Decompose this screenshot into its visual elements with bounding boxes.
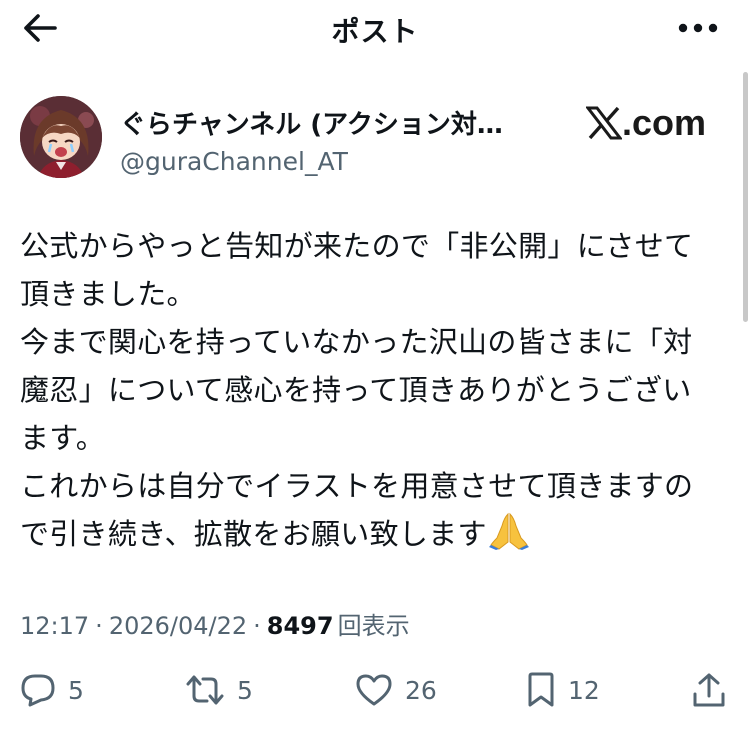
post-text: 公式からやっと告知が来たので「非公開」にさせて頂きました。 今まで関心を持ってい…	[20, 222, 720, 564]
post-paragraph-text: これからは自分でイラストを用意させて頂きますので引き続き、拡散をお願い致します	[20, 469, 694, 551]
x-com-logo: .com	[585, 102, 706, 144]
share-button[interactable]	[692, 664, 726, 716]
author-display-name[interactable]: ぐらチャンネル (アクション対…	[120, 104, 503, 141]
share-icon	[693, 673, 725, 707]
x-com-label: .com	[621, 102, 706, 143]
post-paragraph: 今まで関心を持っていなかった沢山の皆さまに「対魔忍」について感心を持って頂きあり…	[20, 325, 693, 455]
repost-count: 5	[237, 675, 253, 705]
heart-icon	[356, 674, 392, 706]
page-title: ポスト	[331, 15, 419, 48]
x-logo-icon	[585, 106, 622, 140]
like-count: 26	[405, 675, 437, 705]
post-time[interactable]: 12:17	[20, 612, 89, 640]
top-bar: ポスト	[0, 0, 750, 56]
post-date[interactable]: 2026/04/22	[109, 612, 247, 640]
author-row: ぐらチャンネル (アクション対… @guraChannel_AT .com	[20, 96, 710, 180]
repost-button[interactable]: 5	[185, 664, 253, 716]
author-names: ぐらチャンネル (アクション対… @guraChannel_AT	[120, 104, 503, 176]
more-options-button[interactable]	[676, 10, 720, 46]
meta-separator: ·	[95, 612, 103, 640]
meta-separator: ·	[253, 612, 261, 640]
view-count[interactable]: 8497	[267, 612, 334, 640]
post-paragraph-last: これからは自分でイラストを用意させて頂きますので引き続き、拡散をお願い致します	[20, 462, 720, 564]
post-paragraph: 公式からやっと告知が来たので「非公開」にさせて頂きました。	[20, 229, 694, 311]
folded-hands-emoji-icon	[488, 512, 529, 564]
scrollbar[interactable]	[743, 72, 748, 322]
reply-count: 5	[68, 675, 84, 705]
action-bar: 5 5 26 12	[0, 664, 750, 716]
bookmark-icon	[528, 672, 554, 707]
more-horizontal-icon	[678, 23, 718, 33]
bookmark-count: 12	[568, 675, 600, 705]
post-meta: 12:17 · 2026/04/22 · 8497 回表示	[20, 606, 410, 641]
reply-button[interactable]: 5	[20, 664, 84, 716]
like-button[interactable]: 26	[355, 664, 437, 716]
avatar-illustration	[20, 96, 102, 178]
reply-icon	[21, 674, 55, 707]
author-handle[interactable]: @guraChannel_AT	[120, 147, 503, 176]
view-count-label: 回表示	[337, 612, 410, 640]
avatar[interactable]	[20, 96, 102, 178]
bookmark-button[interactable]: 12	[526, 664, 600, 716]
repost-icon	[186, 675, 224, 705]
